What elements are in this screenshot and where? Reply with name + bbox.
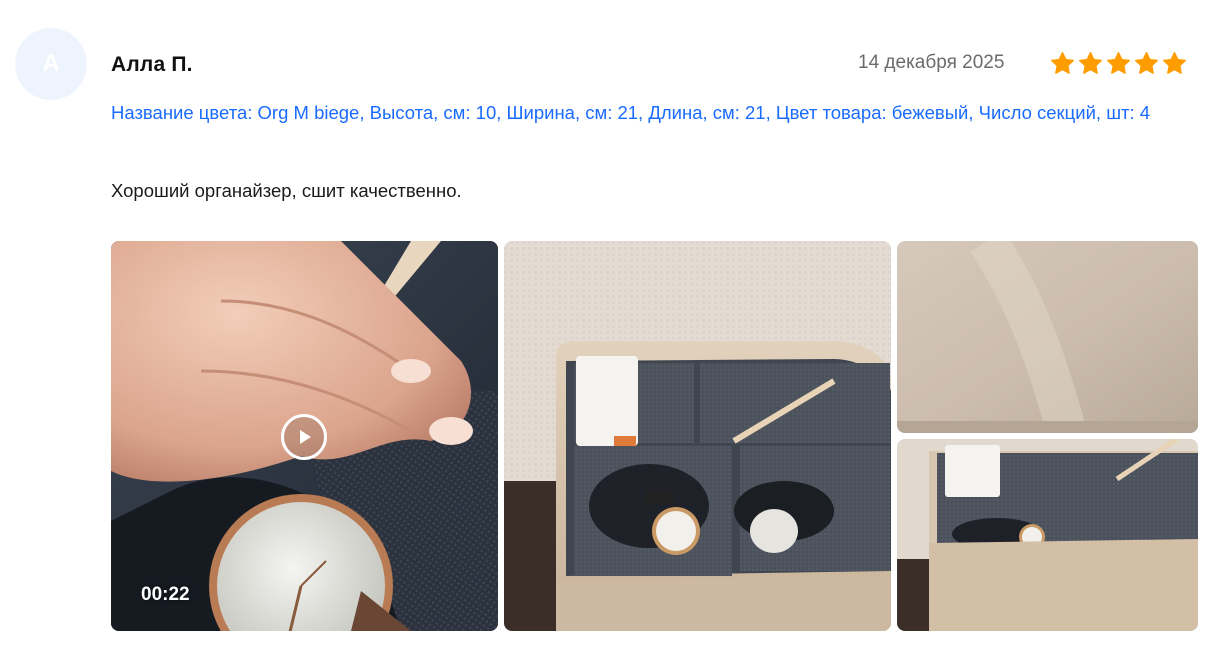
rating-stars [1050,51,1187,77]
star-icon [1135,52,1158,74]
star-icon [1051,52,1074,74]
review-text: Хороший органайзер, сшит качественно. [111,180,462,201]
review-author: Алла П. [111,53,193,76]
product-properties: Название цвета: Org M biege, Высота, см:… [111,102,1151,123]
organizer-top-image [897,439,1198,631]
avatar-initial: А [42,50,60,77]
star-icon [1107,52,1130,74]
organizer-lid-image [897,241,1198,433]
play-icon [300,430,311,444]
organizer-photo-image [504,241,891,631]
photo-organizer-top[interactable] [897,439,1198,631]
review-date: 14 декабря 2025 [858,52,1005,73]
star-icon [1079,52,1102,74]
video-duration: 00:22 [141,584,190,605]
play-button[interactable] [281,414,327,460]
star-icon [1163,52,1186,74]
review-video-thumbnail[interactable]: 00:22 [111,241,498,631]
avatar: А [15,28,87,100]
photo-organizer-open[interactable] [504,241,891,631]
photo-organizer-lid[interactable] [897,241,1198,433]
